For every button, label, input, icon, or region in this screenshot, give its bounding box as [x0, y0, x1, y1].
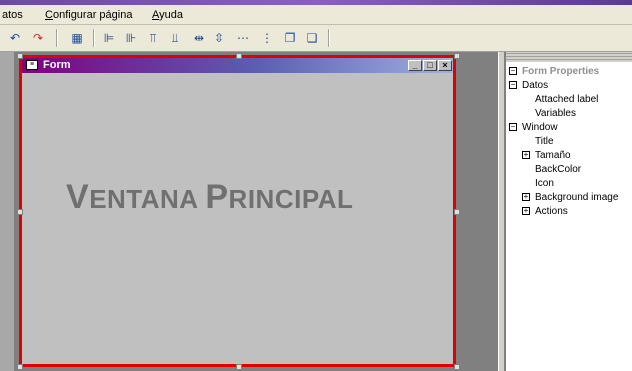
expand-icon[interactable]: + — [522, 193, 530, 201]
collapse-icon[interactable]: − — [509, 67, 517, 75]
space-horizontal-icon[interactable]: ⋯ — [236, 31, 250, 45]
menu-bar: atos Configurar página Ayuda — [0, 5, 632, 25]
workspace-ruler — [0, 52, 14, 371]
form-title: Form — [43, 59, 71, 71]
properties-panel-grip[interactable] — [506, 52, 632, 62]
expand-icon[interactable]: + — [522, 207, 530, 215]
center-vertical-icon[interactable]: ⇳ — [212, 31, 226, 45]
redo-icon[interactable]: ↷ — [31, 31, 45, 45]
properties-panel: − Form Properties − Datos Attached label… — [505, 52, 632, 371]
align-bottom-icon[interactable]: ⫫ — [168, 31, 182, 45]
collapse-icon[interactable]: − — [509, 123, 517, 131]
property-group-datos[interactable]: − Datos — [506, 79, 632, 93]
menu-item-configurar-pagina[interactable]: Configurar página — [45, 9, 132, 21]
property-item-variables[interactable]: Variables — [506, 107, 632, 121]
property-item-background-image[interactable]: + Background image — [506, 191, 632, 205]
properties-title: Form Properties — [522, 66, 600, 77]
property-item-backcolor[interactable]: BackColor — [506, 163, 632, 177]
resize-handle[interactable] — [454, 209, 460, 215]
toolbar: ↶ ↷ ▦ ⊫ ⊪ ⫪ ⫫ ⇹ ⇳ ⋯ ⋮ ❐ ❏ — [0, 25, 632, 52]
property-item-title[interactable]: Title — [506, 135, 632, 149]
align-left-icon[interactable]: ⊫ — [102, 31, 116, 45]
align-top-icon[interactable]: ⫪ — [146, 31, 160, 45]
property-item-actions[interactable]: + Actions — [506, 205, 632, 219]
toolbar-separator — [93, 29, 95, 47]
undo-icon[interactable]: ↶ — [8, 31, 22, 45]
form-icon: ≡ — [26, 60, 38, 70]
form-caption: VENTANA PRINCIPAL — [66, 178, 354, 216]
resize-handle[interactable] — [236, 53, 242, 59]
align-right-icon[interactable]: ⊪ — [124, 31, 138, 45]
resize-handle[interactable] — [236, 364, 242, 370]
toolbar-separator — [56, 29, 58, 47]
bring-to-front-icon[interactable]: ❐ — [283, 31, 297, 45]
space-vertical-icon[interactable]: ⋮ — [260, 31, 274, 45]
toolbar-separator — [328, 29, 330, 47]
menu-item-ayuda[interactable]: Ayuda — [152, 9, 183, 21]
close-icon[interactable]: × — [438, 60, 452, 71]
resize-handle[interactable] — [17, 209, 23, 215]
panel-splitter[interactable] — [498, 52, 505, 371]
properties-header[interactable]: − Form Properties — [506, 65, 632, 79]
maximize-icon[interactable]: □ — [423, 60, 437, 71]
resize-handle[interactable] — [454, 53, 460, 59]
property-item-attached-label[interactable]: Attached label — [506, 93, 632, 107]
property-item-icon[interactable]: Icon — [506, 177, 632, 191]
expand-icon[interactable]: + — [522, 151, 530, 159]
resize-handle[interactable] — [17, 53, 23, 59]
resize-handle[interactable] — [454, 364, 460, 370]
minimize-icon[interactable]: _ — [408, 60, 422, 71]
send-to-back-icon[interactable]: ❏ — [305, 31, 319, 45]
menu-item-datos[interactable]: atos — [2, 9, 23, 21]
resize-handle[interactable] — [17, 364, 23, 370]
form-designer[interactable]: ≡ Form _ □ × VENTANA PRINCIPAL — [19, 55, 456, 367]
grid-icon[interactable]: ▦ — [70, 31, 84, 45]
collapse-icon[interactable]: − — [509, 81, 517, 89]
center-horizontal-icon[interactable]: ⇹ — [192, 31, 206, 45]
menu-item-configurar-pagina-rest: onfigurar página — [52, 9, 133, 21]
property-item-tamano[interactable]: + Tamaño — [506, 149, 632, 163]
property-group-window[interactable]: − Window — [506, 121, 632, 135]
form-title-bar[interactable]: ≡ Form _ □ × — [22, 58, 453, 73]
